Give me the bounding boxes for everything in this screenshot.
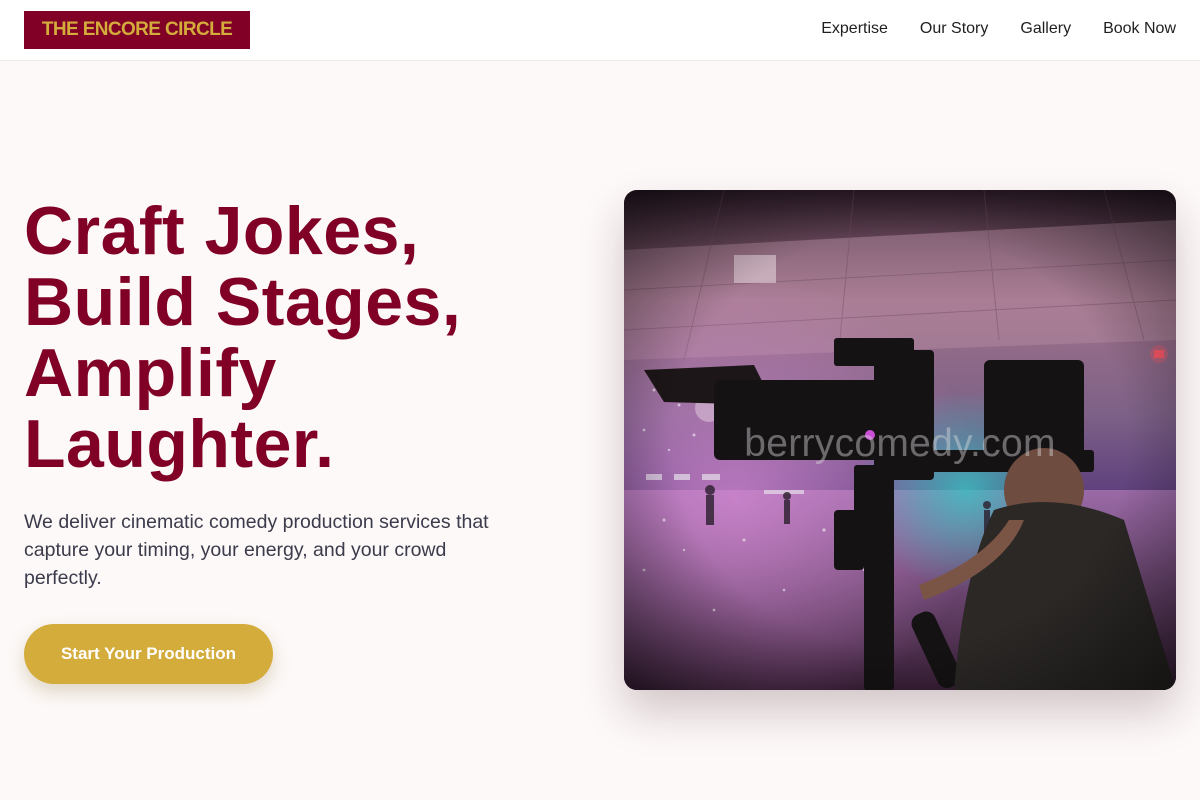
hero-subtitle: We deliver cinematic comedy production s… xyxy=(24,511,489,589)
brand-logo[interactable]: THE ENCORE CIRCLE xyxy=(24,11,250,49)
nav-link-expertise[interactable]: Expertise xyxy=(821,20,888,38)
hero-title: Craft Jokes, Build Stages, Amplify Laugh… xyxy=(24,196,584,480)
main-nav: Expertise Our Story Gallery Book Now xyxy=(821,0,1176,58)
site-header: THE ENCORE CIRCLE Expertise Our Story Ga… xyxy=(0,0,1200,61)
hero-title-line: Laughter. xyxy=(24,406,335,482)
nav-link-gallery[interactable]: Gallery xyxy=(1020,20,1071,38)
start-production-button[interactable]: Start Your Production xyxy=(24,624,273,684)
hero-title-line: Amplify xyxy=(24,335,277,411)
hero-title-line: Build Stages, xyxy=(24,264,462,340)
hero-photo-camera-operator: berrycomedy.com xyxy=(624,190,1176,690)
image-watermark: berrycomedy.com xyxy=(744,422,1056,465)
hero-title-line: Craft Jokes, xyxy=(24,193,420,269)
nav-link-book-now[interactable]: Book Now xyxy=(1103,20,1176,38)
nav-link-our-story[interactable]: Our Story xyxy=(920,20,988,38)
